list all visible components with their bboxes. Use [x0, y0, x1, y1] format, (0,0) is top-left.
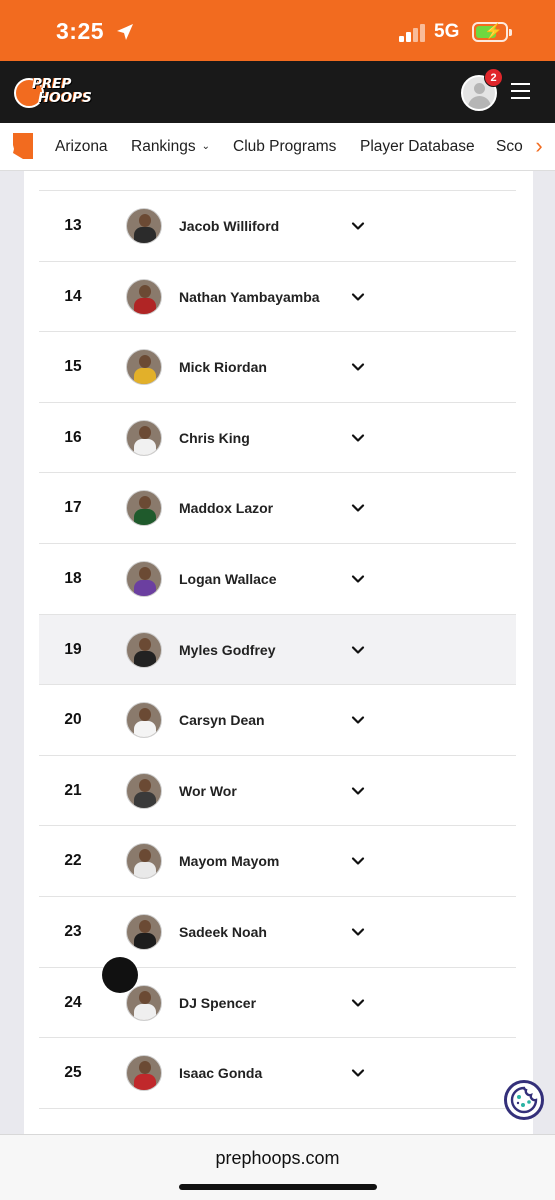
chevron-down-icon[interactable]: [351, 431, 365, 445]
rank-number: 13: [64, 217, 82, 234]
nav-item-club-programs[interactable]: Club Programs: [233, 138, 336, 156]
player-name[interactable]: DJ Spencer: [179, 968, 256, 1038]
rankings-panel: 13 Jacob Williford 14 Nathan Yambayamba 15 Mi…: [24, 171, 533, 1134]
chevron-down-icon[interactable]: [351, 643, 365, 657]
ranking-row[interactable]: 13 Jacob Williford: [39, 191, 516, 262]
ranking-row[interactable]: 19 Myles Godfrey: [39, 614, 516, 686]
rank-number: 15: [64, 358, 82, 376]
arizona-state-icon[interactable]: [11, 132, 35, 160]
ranking-row[interactable]: 15 Mick Riordan: [39, 332, 516, 403]
rank-number: 14: [64, 287, 82, 305]
player-name[interactable]: Mayom Mayom: [179, 826, 279, 896]
battery-charging-icon: ⚡: [472, 22, 512, 42]
player-name[interactable]: Isaac Gonda: [179, 1038, 262, 1108]
player-name[interactable]: Carsyn Dean: [179, 685, 265, 755]
player-name[interactable]: Chris King: [179, 403, 250, 473]
notification-badge: 2: [484, 68, 503, 87]
player-name[interactable]: Wor Wor: [179, 756, 237, 826]
ranking-row[interactable]: 25 Isaac Gonda: [39, 1038, 516, 1109]
logo-line-2: HOOPS: [38, 90, 92, 106]
status-bar: 3:25 5G ⚡: [0, 0, 555, 61]
rank-number: 21: [64, 781, 82, 799]
player-photo[interactable]: [126, 1055, 162, 1092]
player-photo[interactable]: [126, 560, 162, 597]
player-name[interactable]: Nathan Yambayamba: [179, 262, 320, 332]
player-name[interactable]: Sadeek Noah: [179, 897, 267, 967]
ranking-row[interactable]: 20 Carsyn Dean: [39, 685, 516, 756]
site-header: PREP HOOPS: [0, 61, 555, 123]
player-photo[interactable]: [126, 913, 162, 950]
rank-number: 22: [64, 852, 82, 870]
player-photo[interactable]: [126, 631, 162, 668]
chevron-down-icon[interactable]: [351, 572, 365, 586]
player-photo[interactable]: [126, 984, 162, 1021]
player-photo[interactable]: [126, 419, 162, 456]
ranking-row[interactable]: 14 Nathan Yambayamba: [39, 262, 516, 333]
rank-number: 20: [64, 711, 82, 729]
nav-item-scouting[interactable]: Sco: [496, 138, 523, 156]
chevron-down-icon[interactable]: [351, 1066, 365, 1080]
rank-number: 19: [64, 640, 82, 658]
player-photo[interactable]: [126, 772, 162, 809]
status-time: 3:25: [56, 18, 105, 44]
rank-number: 17: [64, 499, 82, 517]
nav-item-rankings-label: Rankings: [131, 138, 196, 155]
chevron-down-icon[interactable]: [351, 925, 365, 939]
prep-hoops-logo[interactable]: PREP HOOPS: [14, 74, 92, 110]
player-photo[interactable]: [126, 843, 162, 880]
ranking-row[interactable]: 17 Maddox Lazor: [39, 473, 516, 544]
player-photo[interactable]: [126, 349, 162, 386]
ranking-row[interactable]: 16 Chris King: [39, 403, 516, 474]
browser-bottom-bar: prephoops.com: [0, 1134, 555, 1200]
cookie-settings-button[interactable]: [504, 1080, 544, 1120]
address-bar-url[interactable]: prephoops.com: [0, 1148, 555, 1169]
chevron-down-icon[interactable]: [351, 854, 365, 868]
player-photo: [102, 957, 138, 993]
chevron-down-icon[interactable]: [351, 360, 365, 374]
chevron-down-icon[interactable]: [351, 784, 365, 798]
rank-number: 23: [64, 922, 82, 940]
rank-number: 24: [64, 993, 82, 1011]
rank-number: 25: [64, 1064, 82, 1082]
nav-item-arizona[interactable]: Arizona: [55, 138, 108, 156]
player-photo[interactable]: [126, 208, 162, 244]
location-arrow-icon: [117, 24, 133, 40]
ranking-row[interactable]: 21 Wor Wor: [39, 756, 516, 827]
rank-number: 16: [64, 428, 82, 446]
signal-icon: [399, 24, 429, 42]
player-name[interactable]: Jacob Williford: [179, 191, 279, 261]
player-name[interactable]: Mick Riordan: [179, 332, 267, 402]
ranking-row[interactable]: 22 Mayom Mayom: [39, 826, 516, 897]
cookie-icon: [510, 1086, 538, 1114]
hamburger-menu-icon[interactable]: [511, 83, 530, 99]
chevron-down-icon[interactable]: [351, 501, 365, 515]
home-indicator[interactable]: [179, 1184, 377, 1190]
chevron-down-icon[interactable]: [351, 290, 365, 304]
ranking-row[interactable]: 18 Logan Wallace: [39, 544, 516, 615]
chevron-down-icon[interactable]: [351, 219, 365, 233]
ranking-row[interactable]: 23 Sadeek Noah: [39, 897, 516, 968]
player-name[interactable]: Myles Godfrey: [179, 615, 275, 685]
player-photo[interactable]: [126, 490, 162, 527]
player-photo[interactable]: [126, 278, 162, 315]
chevron-down-icon: ⌄: [201, 141, 211, 152]
player-name[interactable]: Logan Wallace: [179, 544, 277, 614]
rank-number: 18: [64, 569, 82, 587]
chevron-right-icon[interactable]: ›: [523, 123, 555, 170]
logo-line-1: PREP: [32, 76, 72, 92]
nav-item-rankings[interactable]: Rankings ⌄: [131, 138, 210, 156]
player-name[interactable]: Maddox Lazor: [179, 473, 273, 543]
chevron-down-icon[interactable]: [351, 996, 365, 1010]
network-type: 5G: [434, 21, 460, 42]
nav-item-player-database[interactable]: Player Database: [360, 138, 475, 156]
player-photo[interactable]: [126, 702, 162, 739]
sub-navigation: Arizona Rankings ⌄ Club Programs Player D…: [0, 123, 555, 171]
chevron-down-icon[interactable]: [351, 713, 365, 727]
